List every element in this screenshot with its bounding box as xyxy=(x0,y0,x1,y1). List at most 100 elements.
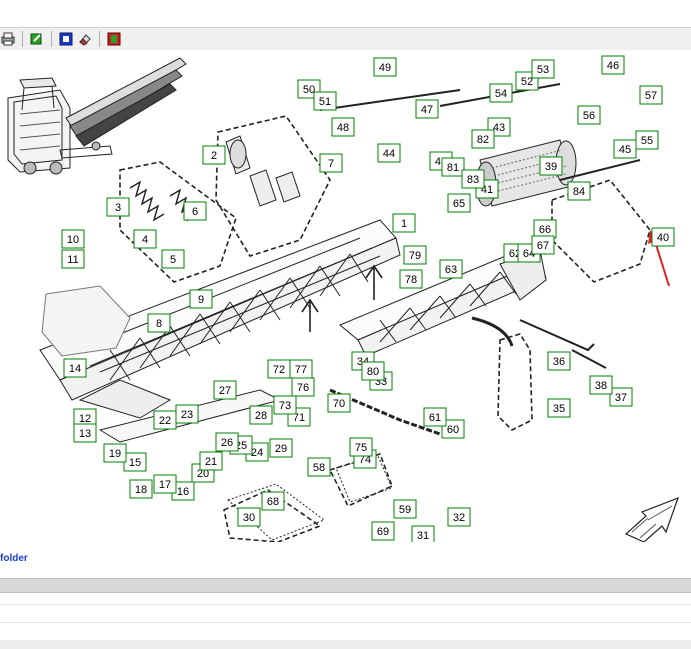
callout-18[interactable]: 18 xyxy=(129,479,153,499)
callout-1[interactable]: 1 xyxy=(392,213,416,233)
callout-58[interactable]: 58 xyxy=(307,457,331,477)
callout-19[interactable]: 19 xyxy=(103,443,127,463)
callout-2[interactable]: 2 xyxy=(202,145,226,165)
callout-68[interactable]: 68 xyxy=(261,491,285,511)
select-icon[interactable] xyxy=(58,31,74,47)
callout-47[interactable]: 47 xyxy=(415,99,439,119)
callout-label: 52 xyxy=(521,76,533,88)
callout-66[interactable]: 66 xyxy=(533,219,557,239)
callout-label: 54 xyxy=(495,88,507,100)
callout-44[interactable]: 44 xyxy=(377,143,401,163)
callout-label: 49 xyxy=(379,62,391,74)
callout-35[interactable]: 35 xyxy=(547,398,571,418)
callout-11[interactable]: 11 xyxy=(61,249,85,269)
callout-label: 50 xyxy=(303,84,315,96)
erase-icon[interactable] xyxy=(77,31,93,47)
callout-4[interactable]: 4 xyxy=(133,229,157,249)
callout-label: 32 xyxy=(453,512,465,524)
callout-label: 55 xyxy=(641,135,653,147)
callout-76[interactable]: 76 xyxy=(291,377,315,397)
callout-label: 58 xyxy=(313,462,325,474)
callout-54[interactable]: 54 xyxy=(489,83,513,103)
callout-48[interactable]: 48 xyxy=(331,117,355,137)
callout-79[interactable]: 79 xyxy=(403,245,427,265)
callout-label: 5 xyxy=(170,254,176,266)
callout-31[interactable]: 31 xyxy=(411,525,435,542)
callout-55[interactable]: 55 xyxy=(635,130,659,150)
callout-28[interactable]: 28 xyxy=(249,405,273,425)
callout-6[interactable]: 6 xyxy=(183,201,207,221)
callout-32[interactable]: 32 xyxy=(447,507,471,527)
callout-80[interactable]: 80 xyxy=(361,361,385,381)
callout-77[interactable]: 77 xyxy=(289,359,313,379)
callout-37[interactable]: 37 xyxy=(609,387,633,407)
callout-82[interactable]: 82 xyxy=(471,129,495,149)
callout-29[interactable]: 29 xyxy=(269,438,293,458)
status-strip xyxy=(0,578,691,593)
callout-label: 1 xyxy=(401,218,407,230)
callout-label: 53 xyxy=(537,64,549,76)
callout-45[interactable]: 45 xyxy=(613,139,637,159)
callout-65[interactable]: 65 xyxy=(447,193,471,213)
callout-13[interactable]: 13 xyxy=(73,423,97,443)
window-top-bar xyxy=(0,0,691,28)
callout-49[interactable]: 49 xyxy=(373,57,397,77)
folder-link[interactable]: folder xyxy=(0,553,28,564)
callout-26[interactable]: 26 xyxy=(215,432,239,452)
callout-label: 51 xyxy=(319,96,331,108)
callout-46[interactable]: 46 xyxy=(601,55,625,75)
callout-69[interactable]: 69 xyxy=(371,521,395,541)
direction-arrow-icon[interactable] xyxy=(624,496,680,542)
callout-36[interactable]: 36 xyxy=(547,351,571,371)
callout-30[interactable]: 30 xyxy=(237,507,261,527)
callout-38[interactable]: 38 xyxy=(589,375,613,395)
callout-label: 82 xyxy=(477,134,489,146)
callout-75[interactable]: 75 xyxy=(349,437,373,457)
callout-39[interactable]: 39 xyxy=(539,156,563,176)
callout-7[interactable]: 7 xyxy=(319,153,343,173)
callout-51[interactable]: 51 xyxy=(313,91,337,111)
callout-14[interactable]: 14 xyxy=(63,358,87,378)
callout-5[interactable]: 5 xyxy=(161,249,185,269)
machine-thumbnail xyxy=(7,57,187,175)
callout-10[interactable]: 10 xyxy=(61,229,85,249)
callout-21[interactable]: 21 xyxy=(199,451,223,471)
callout-73[interactable]: 73 xyxy=(273,395,297,415)
divider xyxy=(0,604,691,605)
callout-53[interactable]: 53 xyxy=(531,59,555,79)
callout-70[interactable]: 70 xyxy=(327,393,351,413)
callout-40[interactable]: 40 xyxy=(651,227,675,247)
callout-22[interactable]: 22 xyxy=(153,410,177,430)
callout-72[interactable]: 72 xyxy=(267,359,291,379)
callout-57[interactable]: 57 xyxy=(639,85,663,105)
callout-83[interactable]: 83 xyxy=(461,169,485,189)
export-icon[interactable] xyxy=(29,31,45,47)
callout-56[interactable]: 56 xyxy=(577,105,601,125)
callout-label: 60 xyxy=(447,424,459,436)
idler-rollers xyxy=(225,135,301,207)
parts-diagram-canvas[interactable]: 1 2 3 4 5 6 7 8 9 10 11 12 13 14 15 16 17 18 19 20 21 22 23 24 2… xyxy=(0,50,691,542)
callout-63[interactable]: 63 xyxy=(439,259,463,279)
callout-27[interactable]: 27 xyxy=(213,380,237,400)
print-icon[interactable] xyxy=(0,31,16,47)
callout-17[interactable]: 17 xyxy=(153,474,177,494)
callout-15[interactable]: 15 xyxy=(123,452,147,472)
callout-78[interactable]: 78 xyxy=(399,269,423,289)
callout-label: 2 xyxy=(211,150,217,162)
callout-84[interactable]: 84 xyxy=(567,181,591,201)
parts-list-icon[interactable] xyxy=(106,31,122,47)
callout-label: 9 xyxy=(198,294,204,306)
callout-67[interactable]: 67 xyxy=(531,235,555,255)
callout-23[interactable]: 23 xyxy=(175,404,199,424)
callout-3[interactable]: 3 xyxy=(106,197,130,217)
callout-label: 75 xyxy=(355,442,367,454)
callout-81[interactable]: 81 xyxy=(441,157,465,177)
callout-61[interactable]: 61 xyxy=(423,407,447,427)
callout-59[interactable]: 59 xyxy=(393,499,417,519)
callout-label: 12 xyxy=(79,413,91,425)
callout-8[interactable]: 8 xyxy=(147,313,171,333)
callout-layer: 12345678910111213141516171819202122 23242… xyxy=(61,55,675,542)
callout-label: 70 xyxy=(333,398,345,410)
callout-9[interactable]: 9 xyxy=(189,289,213,309)
callout-label: 35 xyxy=(553,403,565,415)
